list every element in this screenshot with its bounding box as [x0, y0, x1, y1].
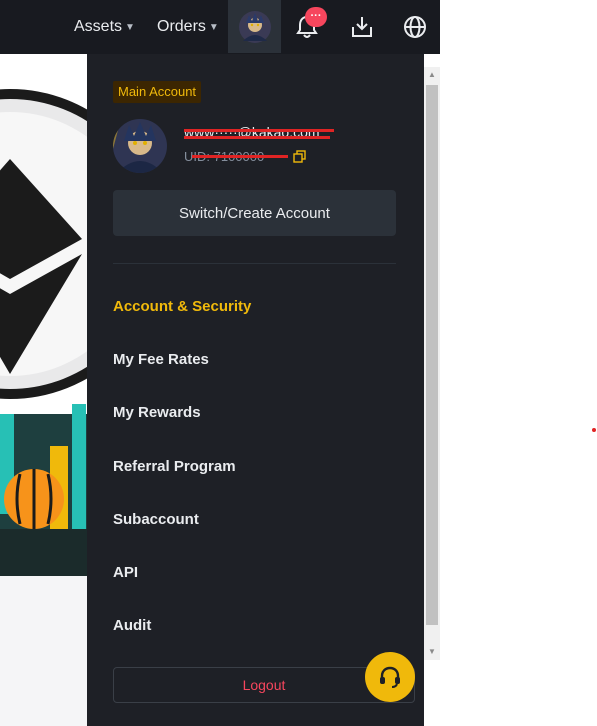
notification-badge: ···	[305, 7, 327, 27]
menu-item-api[interactable]: API	[113, 564, 138, 581]
copy-icon	[293, 150, 306, 163]
language-button[interactable]	[401, 13, 429, 41]
avatar-icon	[113, 119, 167, 173]
menu-item-fee-rates[interactable]: My Fee Rates	[113, 351, 209, 368]
download-icon	[352, 17, 372, 37]
cursor-dot	[592, 428, 596, 432]
caret-down-icon: ▼	[125, 21, 135, 33]
redaction-mark	[192, 155, 288, 158]
nav-orders-label: Orders	[157, 18, 206, 35]
nav-orders[interactable]: Orders ▼	[157, 18, 219, 36]
customer-support-button[interactable]	[365, 652, 415, 702]
menu-item-referral-program[interactable]: Referral Program	[113, 458, 236, 475]
download-button[interactable]	[348, 13, 376, 41]
top-navbar: Assets ▼ Orders ▼ ···	[0, 0, 440, 54]
caret-down-icon: ▼	[208, 21, 219, 33]
copy-uid-button[interactable]	[293, 150, 306, 163]
nav-assets-label: Assets	[74, 18, 123, 35]
page-background	[0, 576, 88, 726]
main-account-tag: Main Account	[113, 81, 202, 103]
profile-avatar-button[interactable]	[228, 0, 281, 53]
headset-icon	[380, 666, 400, 688]
menu-item-account-security[interactable]: Account & Security	[113, 298, 251, 315]
scroll-up-arrow-icon[interactable]: ▲	[424, 67, 440, 83]
ethereum-illustration	[0, 89, 88, 576]
menu-item-rewards[interactable]: My Rewards	[113, 404, 201, 421]
account-avatar	[113, 119, 167, 173]
scroll-down-arrow-icon[interactable]: ▼	[424, 644, 440, 660]
globe-icon	[404, 16, 426, 38]
redaction-mark	[184, 136, 330, 139]
dropdown-scrollbar[interactable]: ▲ ▼	[424, 67, 440, 660]
menu-divider	[113, 263, 396, 264]
scrollbar-thumb[interactable]	[426, 85, 438, 625]
nav-assets[interactable]: Assets ▼	[74, 18, 135, 36]
avatar-icon	[238, 10, 271, 43]
redaction-mark	[184, 129, 334, 132]
switch-create-account-button[interactable]: Switch/Create Account	[113, 190, 396, 236]
promo-banner-image	[0, 54, 88, 576]
menu-item-subaccount[interactable]: Subaccount	[113, 511, 199, 528]
menu-item-audit[interactable]: Audit	[113, 617, 151, 634]
